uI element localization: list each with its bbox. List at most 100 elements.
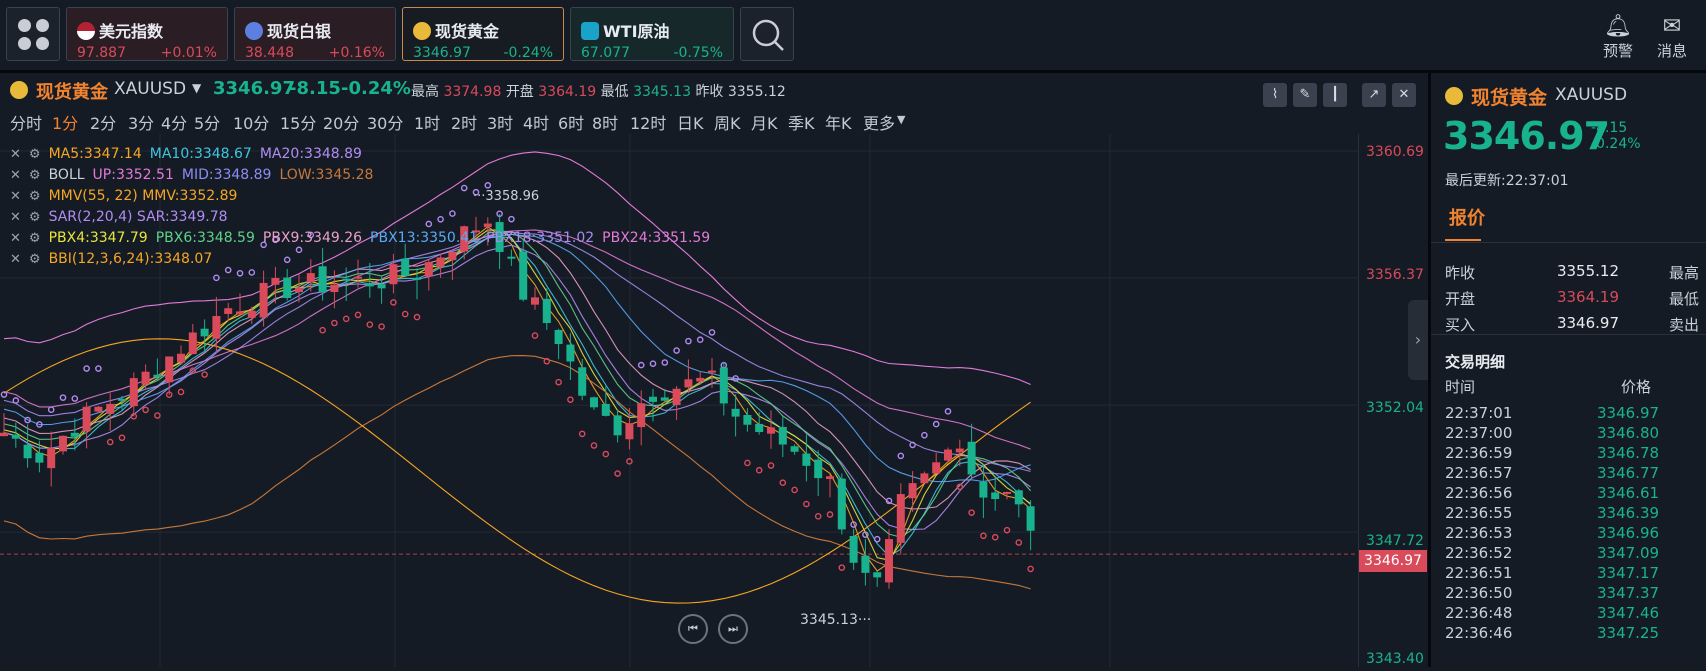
message-button[interactable]: ✉︎ 消息	[1650, 14, 1694, 61]
candle-body	[365, 282, 374, 287]
timeframe-0[interactable]: 分时	[10, 110, 42, 134]
play-button[interactable]: ⏭︎	[718, 614, 748, 644]
tab-quote[interactable]: 报价	[1449, 204, 1485, 230]
gear-icon[interactable]: ⚙	[29, 210, 41, 225]
candle-body	[436, 257, 445, 268]
candle-body	[837, 478, 846, 530]
timeframe-9[interactable]: 30分	[367, 110, 403, 134]
sar-dot	[744, 459, 751, 467]
timeframe-16[interactable]: 12时	[630, 110, 666, 134]
ticker-usd-index[interactable]: 美元指数 97.887 +0.01%	[66, 7, 228, 61]
ticker-change: -0.75%	[673, 45, 723, 61]
candle-body	[247, 310, 256, 318]
close-icon[interactable]: ✕	[10, 147, 21, 162]
trade-row: 22:36:52 3347.09	[1445, 544, 1705, 564]
timeframe-20[interactable]: 季K	[788, 110, 815, 134]
expand-button[interactable]: ↗	[1362, 83, 1386, 107]
sar-dot	[767, 462, 775, 469]
timeframe-3[interactable]: 3分	[128, 110, 154, 134]
candle-body	[153, 374, 162, 378]
timeframe-8[interactable]: 20分	[323, 110, 359, 134]
high-label: 最高	[411, 84, 439, 100]
indicator-value: PBX24:3351.59	[602, 230, 711, 246]
prev-close-label: 昨收	[695, 84, 724, 100]
timeframe-21[interactable]: 年K	[825, 110, 852, 134]
candle-type-button[interactable]: ┃	[1323, 83, 1347, 107]
trade-row: 22:36:51 3347.17	[1445, 564, 1705, 584]
timeframe-1[interactable]: 1分	[52, 110, 78, 134]
ticker-gold[interactable]: 现货黄金 3346.97 -0.24%	[402, 7, 564, 61]
high-value: 3374.98	[443, 84, 502, 100]
timeframe-10[interactable]: 1时	[414, 110, 440, 134]
trade-price: 3346.80	[1597, 424, 1660, 442]
panel-price: 3346.97	[1443, 114, 1610, 158]
search-button[interactable]	[740, 7, 794, 61]
ticker-name: 美元指数	[99, 22, 164, 41]
chart-symbol[interactable]: XAUUSD	[114, 79, 186, 99]
trade-time: 22:37:00	[1445, 424, 1513, 442]
ticker-wti-oil[interactable]: WTI原油 67.077 -0.75%	[570, 7, 734, 61]
candle-body	[896, 494, 905, 543]
quote-row: 开盘 3364.19 最低	[1445, 288, 1706, 312]
trade-price: 3347.25	[1597, 624, 1660, 642]
close-icon[interactable]: ✕	[10, 231, 21, 246]
sar-dot	[696, 336, 704, 344]
chevron-down-icon[interactable]: ▼	[897, 113, 905, 126]
sar-dot	[460, 184, 468, 192]
sar-dot	[921, 431, 928, 439]
timeframe-13[interactable]: 4时	[523, 110, 549, 134]
timeframe-18[interactable]: 周K	[714, 110, 741, 134]
timeframe-5[interactable]: 5分	[194, 110, 220, 134]
apps-grid-button[interactable]	[6, 7, 60, 61]
sar-dot	[567, 396, 574, 403]
gear-icon[interactable]: ⚙	[29, 189, 41, 204]
gear-icon[interactable]: ⚙	[29, 252, 41, 267]
timeframe-6[interactable]: 10分	[233, 110, 269, 134]
timeframe-4[interactable]: 4分	[161, 110, 187, 134]
close-icon[interactable]: ✕	[10, 189, 21, 204]
close-icon[interactable]: ✕	[10, 252, 21, 267]
gear-icon[interactable]: ⚙	[29, 147, 41, 162]
timeframe-12[interactable]: 3时	[487, 110, 513, 134]
timeframe-19[interactable]: 月K	[751, 110, 778, 134]
timeframe-2[interactable]: 2分	[90, 110, 116, 134]
alert-button[interactable]: 🔔︎ 预警	[1596, 14, 1640, 61]
candle-body	[59, 435, 67, 452]
candle-body	[271, 277, 280, 285]
draw-tool-button[interactable]: ✎	[1293, 83, 1317, 107]
trade-row: 22:36:59 3346.78	[1445, 444, 1705, 464]
close-icon[interactable]: ✕	[10, 168, 21, 183]
timeframe-15[interactable]: 8时	[592, 110, 618, 134]
panel-change-pct: -0.24%	[1591, 136, 1641, 152]
sar-dot	[991, 533, 999, 541]
low-value: 3345.13	[633, 84, 691, 100]
trade-time: 22:37:01	[1445, 404, 1513, 422]
quote-value: 3355.12	[1556, 262, 1619, 280]
gear-icon[interactable]: ⚙	[29, 231, 41, 246]
chevron-down-icon[interactable]: ▼	[192, 81, 201, 95]
collapse-panel-button[interactable]: ›	[1408, 300, 1428, 380]
open-label: 开盘	[505, 84, 534, 100]
trade-time: 22:36:53	[1445, 524, 1513, 542]
line-chart-icon: ⌇	[1271, 87, 1279, 102]
indicator-tool-button[interactable]: ⌇	[1263, 83, 1287, 107]
gold-icon	[1445, 87, 1463, 105]
gear-icon[interactable]: ⚙	[29, 168, 41, 183]
timeframe-17[interactable]: 日K	[677, 110, 704, 134]
timeframe-14[interactable]: 6时	[558, 110, 584, 134]
candle-body	[908, 483, 917, 499]
sar-dot	[413, 313, 421, 321]
close-chart-button[interactable]: ✕	[1392, 83, 1416, 107]
rewind-button[interactable]: ⏮︎	[678, 614, 708, 644]
timeframe-22[interactable]: 更多	[863, 110, 895, 134]
close-icon[interactable]: ✕	[10, 210, 21, 225]
indicator-row: ✕ ⚙ BOLL UP:3352.51 MID:3348.89 LOW:3345.28	[10, 167, 381, 187]
sar-dot	[59, 394, 67, 401]
grid-dot-icon	[36, 37, 49, 50]
timeframe-7[interactable]: 15分	[280, 110, 316, 134]
ticker-silver[interactable]: 现货白银 38.448 +0.16%	[234, 7, 396, 61]
candle-body	[625, 423, 634, 440]
trades-header-price: 价格	[1621, 378, 1652, 396]
timeframe-11[interactable]: 2时	[451, 110, 477, 134]
sar-dot	[814, 513, 822, 520]
